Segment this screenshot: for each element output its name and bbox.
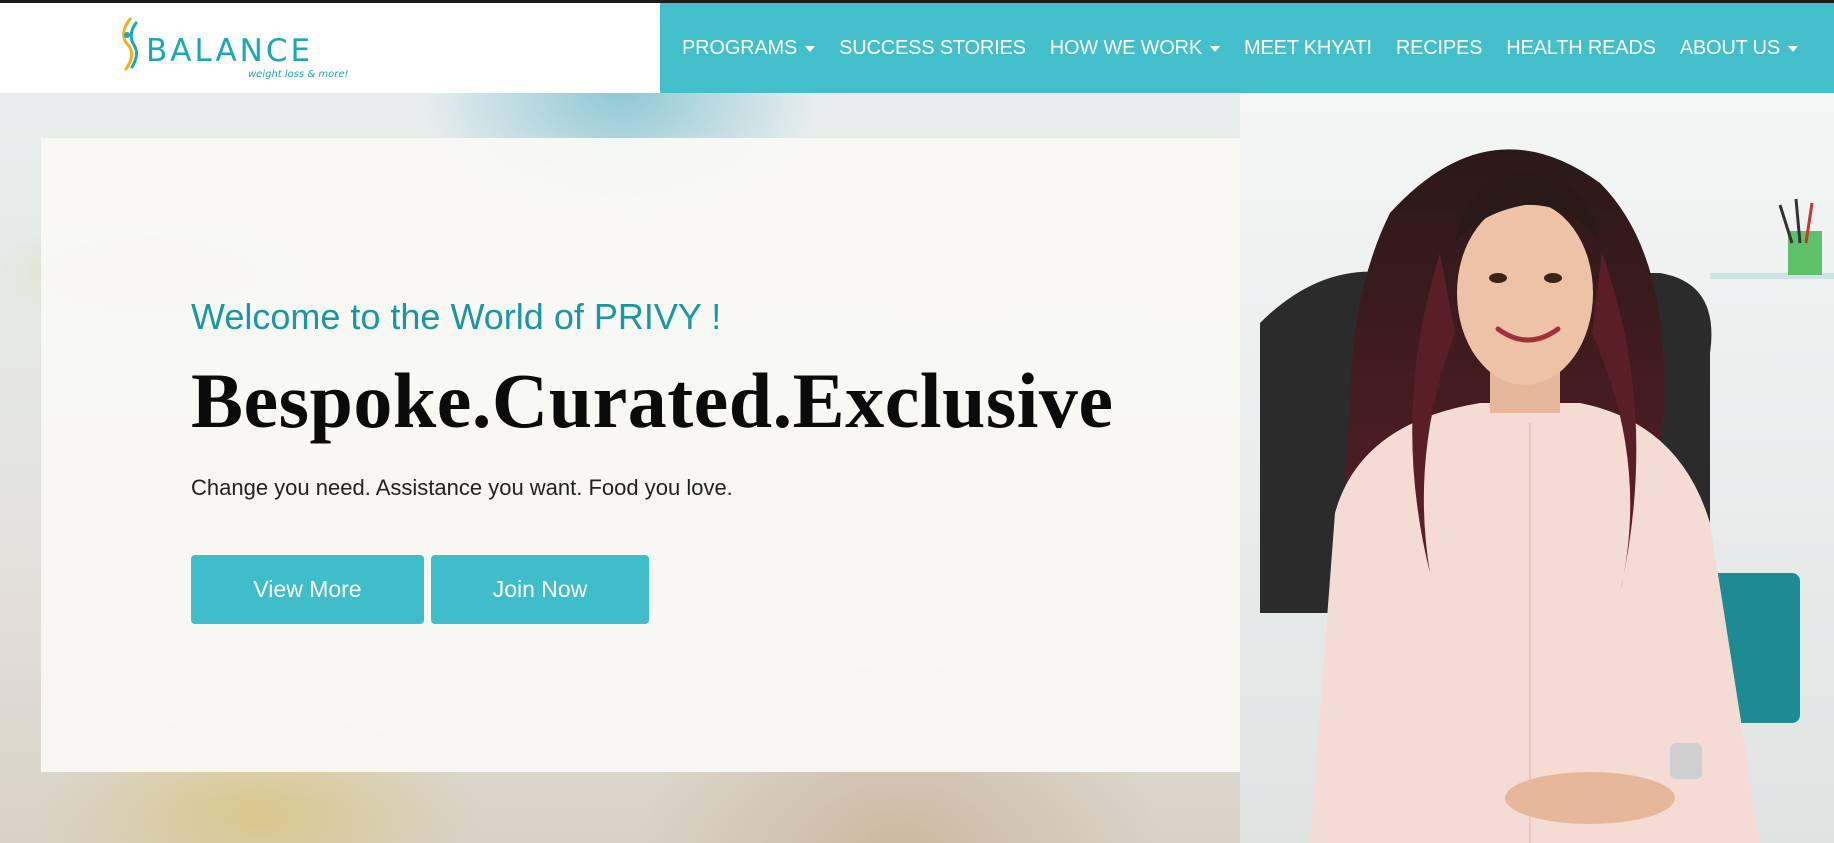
join-now-button[interactable]: Join Now bbox=[431, 555, 649, 624]
nav-item-label: HEALTH READS bbox=[1506, 36, 1656, 59]
logo-area: BALANCE weight loss & more! bbox=[0, 3, 660, 93]
nav-item-health-reads[interactable]: HEALTH READS bbox=[1494, 37, 1668, 60]
hero-headline: Bespoke.Curated.Exclusive bbox=[191, 357, 1114, 444]
nav-item-label: RECIPES bbox=[1395, 36, 1483, 59]
hero-card: Welcome to the World of PRIVY ! Bespoke.… bbox=[41, 138, 1240, 772]
nutritionist-portrait-image bbox=[1240, 93, 1834, 843]
nav-item-success-stories[interactable]: SUCCESS STORIES bbox=[827, 37, 1038, 60]
view-more-button[interactable]: View More bbox=[191, 555, 424, 624]
main-nav: PROGRAMS SUCCESS STORIES HOW WE WORK MEE… bbox=[660, 3, 1834, 93]
nav-item-label: SUCCESS STORIES bbox=[839, 36, 1026, 59]
hero-banner: Welcome to the World of PRIVY ! Bespoke.… bbox=[0, 93, 1834, 843]
hero-subtext: Change you need. Assistance you want. Fo… bbox=[191, 475, 733, 500]
nav-item-about-us[interactable]: ABOUT US bbox=[1668, 37, 1810, 60]
welcome-text: Welcome to the World of PRIVY ! bbox=[191, 296, 722, 337]
nav-item-label: MEET KHYATI bbox=[1244, 36, 1372, 59]
logo-wordmark: BALANCE bbox=[146, 33, 314, 69]
logo-tagline: weight loss & more! bbox=[248, 69, 349, 80]
nav-item-meet-khyati[interactable]: MEET KHYATI bbox=[1232, 37, 1384, 60]
nav-item-programs[interactable]: PROGRAMS bbox=[670, 37, 827, 60]
site-header: BALANCE weight loss & more! PROGRAMS SUC… bbox=[0, 3, 1834, 93]
caret-down-icon bbox=[805, 46, 816, 52]
balance-swirl-icon bbox=[122, 17, 138, 71]
nav-item-label: HOW WE WORK bbox=[1049, 36, 1203, 59]
nav-item-recipes[interactable]: RECIPES bbox=[1384, 37, 1494, 60]
nav-item-label: ABOUT US bbox=[1679, 36, 1781, 59]
nav-item-label: PROGRAMS bbox=[682, 36, 798, 59]
caret-down-icon bbox=[1788, 46, 1799, 52]
caret-down-icon bbox=[1210, 46, 1221, 52]
balance-logo[interactable]: BALANCE weight loss & more! bbox=[118, 15, 358, 85]
nav-item-how-we-work[interactable]: HOW WE WORK bbox=[1038, 37, 1232, 60]
